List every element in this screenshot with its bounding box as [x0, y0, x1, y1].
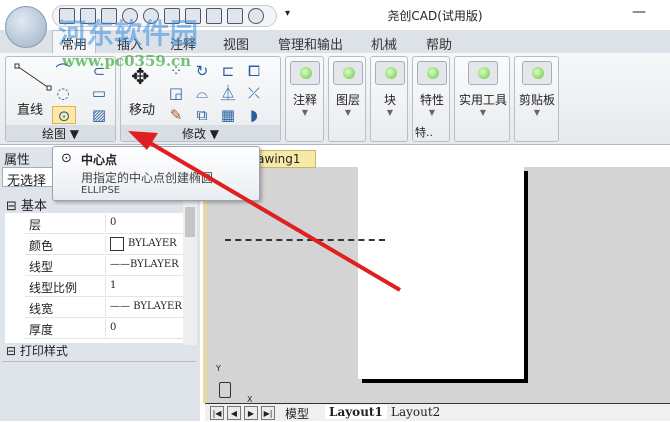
- last-tab-icon[interactable]: ▶|: [261, 406, 275, 420]
- clipboard-panel[interactable]: 剪贴板 ▼: [514, 56, 559, 142]
- section-print-style[interactable]: ⊟ 打印样式: [6, 344, 68, 359]
- block-panel[interactable]: 块 ▼: [370, 56, 408, 142]
- property-value: ——BYLAYER: [105, 256, 185, 274]
- scrollbar-thumb[interactable]: [185, 207, 195, 237]
- tab-layout2[interactable]: Layout2: [391, 405, 440, 419]
- tab-model[interactable]: 模型: [285, 405, 309, 422]
- tooltip: ⊙ 中心点 用指定的中心点创建椭圆. ELLIPSE: [52, 146, 260, 201]
- layer-order-icon[interactable]: ⧠: [245, 62, 263, 80]
- stretch-icon[interactable]: ⌓: [193, 84, 211, 102]
- first-tab-icon[interactable]: |◀: [210, 406, 224, 420]
- tab-help[interactable]: 帮助: [426, 34, 452, 53]
- utilities-icon: [468, 61, 498, 85]
- ucs-y-label: Y: [216, 364, 221, 373]
- export-icon[interactable]: [227, 8, 243, 24]
- ellipse-center-icon[interactable]: ⊙: [52, 106, 76, 125]
- property-value: 0: [105, 319, 185, 337]
- ucs-icon: [219, 382, 231, 398]
- customize-qat-icon[interactable]: ▾: [285, 8, 290, 19]
- prev-tab-icon[interactable]: ◀: [227, 406, 241, 420]
- linetype-value: BYLAYER: [130, 259, 179, 270]
- property-row[interactable]: 层0: [25, 213, 185, 234]
- next-tab-icon[interactable]: ▶: [244, 406, 258, 420]
- rotate-icon[interactable]: ↻: [193, 62, 211, 80]
- section-print-label: 打印样式: [19, 344, 68, 358]
- tooltip-command: ELLIPSE: [81, 185, 121, 196]
- property-value: BYLAYER: [105, 235, 185, 253]
- property-value: —— BYLAYER: [105, 298, 185, 316]
- section-basic-label: 基本: [21, 199, 48, 214]
- scale-icon[interactable]: ⊏: [219, 62, 237, 80]
- clipboard-label: 剪贴板: [518, 93, 555, 107]
- fillet-icon[interactable]: ◗: [245, 106, 263, 124]
- lineweight-value: BYLAYER: [133, 301, 182, 312]
- trim-icon[interactable]: ⤫: [245, 84, 263, 102]
- properties-panel[interactable]: 特性 ▼ 特..: [412, 56, 450, 142]
- array-icon[interactable]: ▦: [219, 106, 237, 124]
- property-key: 层: [29, 218, 42, 232]
- layers-icon: [333, 61, 363, 85]
- tab-view[interactable]: 视图: [223, 34, 249, 53]
- tab-mechanical[interactable]: 机械: [371, 34, 397, 53]
- property-key: 颜色: [29, 239, 54, 253]
- property-row[interactable]: 线宽 —— BYLAYER: [25, 297, 185, 318]
- property-value: 0: [105, 214, 185, 232]
- tooltip-title: 中心点: [81, 153, 118, 167]
- watermark-logo: 河东软件园: [58, 17, 199, 50]
- property-value: 1: [105, 277, 185, 295]
- utilities-panel[interactable]: 实用工具 ▼: [454, 56, 510, 142]
- circle-icon[interactable]: ◌: [54, 84, 72, 102]
- tab-layout1[interactable]: Layout1: [325, 405, 387, 419]
- utilities-label: 实用工具: [458, 93, 507, 107]
- dashed-line: [225, 239, 385, 241]
- layers-label: 图层: [335, 93, 360, 107]
- clipboard-icon: [522, 61, 552, 85]
- move-button[interactable]: 移动: [129, 99, 155, 118]
- 3d-icon[interactable]: ⧉: [193, 106, 211, 124]
- properties-icon: [417, 61, 447, 85]
- preview-icon[interactable]: [206, 8, 222, 24]
- property-key: 线宽: [29, 302, 54, 316]
- property-row[interactable]: 厚度 0: [25, 318, 185, 339]
- mirror-icon[interactable]: ⏅: [219, 84, 237, 102]
- erase-icon[interactable]: ✎: [167, 106, 185, 124]
- modify-group-label[interactable]: 修改 ▼: [121, 125, 280, 141]
- property-row[interactable]: 颜色 BYLAYER: [25, 234, 185, 255]
- properties-header: 属性: [4, 153, 31, 168]
- properties-label: 特性: [419, 93, 444, 107]
- watermark-url: www.pc0359.cn: [62, 52, 192, 70]
- draw-group-label[interactable]: 绘图 ▼: [6, 125, 115, 141]
- block-label: 块: [383, 93, 396, 107]
- hatch-icon[interactable]: ▨: [90, 106, 108, 124]
- block-icon: [375, 61, 405, 85]
- minimize-button[interactable]: —: [632, 4, 646, 20]
- line-icon[interactable]: [14, 63, 52, 91]
- zoom-icon[interactable]: [248, 8, 264, 24]
- tooltip-description: 用指定的中心点创建椭圆.: [81, 171, 217, 185]
- ellipse-center-icon: ⊙: [61, 151, 72, 166]
- layers-panel[interactable]: 图层 ▼: [328, 56, 366, 142]
- app-menu-button[interactable]: [5, 6, 47, 48]
- color-swatch: [110, 236, 124, 251]
- layout-tab-bar: |◀ ◀ ▶ ▶| 模型 Layout1 Layout2: [205, 403, 670, 421]
- tab-manage-output[interactable]: 管理和输出: [278, 34, 343, 53]
- rectangle-icon[interactable]: ▭: [90, 84, 108, 102]
- property-row[interactable]: 线型 ——BYLAYER: [25, 255, 185, 276]
- description-panel: [2, 361, 196, 421]
- annotate-icon: [290, 61, 320, 85]
- offset-icon[interactable]: ◲: [167, 84, 185, 102]
- paper-sheet: [358, 167, 524, 379]
- property-key: 线型比例: [29, 281, 78, 295]
- property-key: 厚度: [29, 323, 54, 337]
- line-button[interactable]: 直线: [17, 99, 43, 118]
- property-row[interactable]: 线型比例 1: [25, 276, 185, 297]
- properties-footer[interactable]: 特..: [415, 124, 433, 140]
- annotate-label: 注释: [292, 93, 317, 107]
- property-key: 线型: [29, 260, 54, 274]
- property-grid: 层0 颜色 BYLAYER 线型 ——BYLAYER 线型比例 1 线宽 —— BYLA…: [5, 213, 185, 343]
- annotate-panel[interactable]: 注释 ▼: [285, 56, 324, 142]
- color-value: BYLAYER: [128, 238, 177, 249]
- section-basic[interactable]: ⊟ 基本: [6, 195, 47, 214]
